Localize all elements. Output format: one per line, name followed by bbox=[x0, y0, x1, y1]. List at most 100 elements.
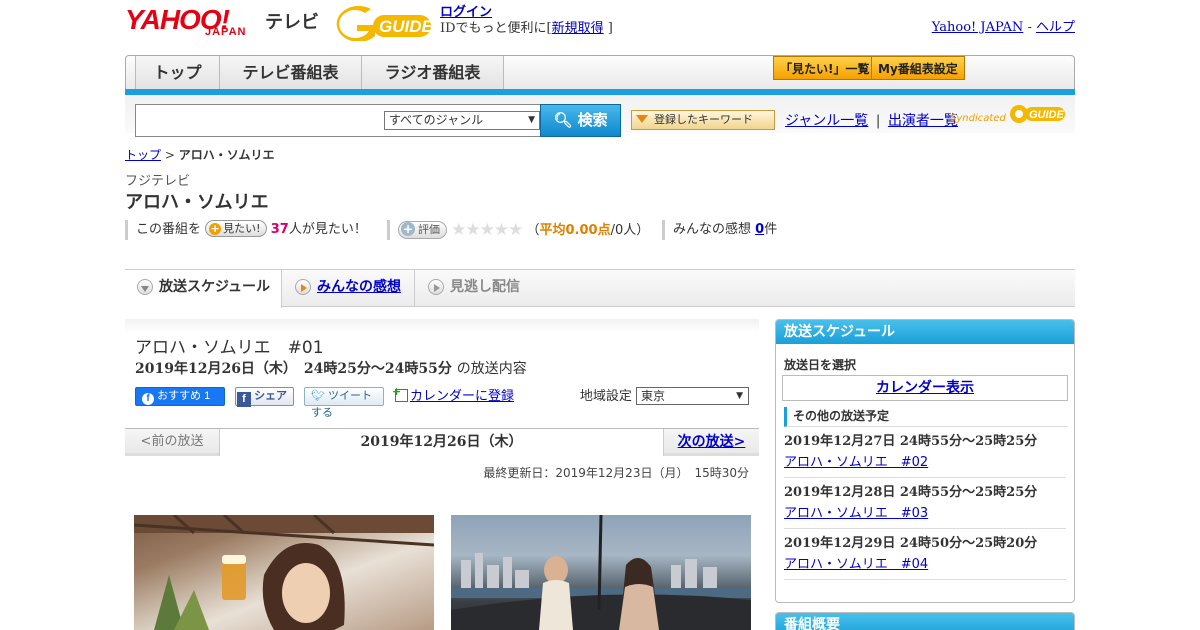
social-row: f おすすめ 1 f シェア 🐦︎ ツイートする カレンダーに登録 地域設定 東… bbox=[135, 382, 759, 419]
select-date-label: 放送日を選択 bbox=[784, 358, 857, 372]
my-schedule-button[interactable]: My番組表設定 bbox=[871, 56, 965, 80]
chevron-down-icon: ▼ bbox=[736, 391, 743, 401]
tab-label: 見逃し配信 bbox=[450, 279, 520, 295]
plus-icon: + bbox=[209, 222, 222, 235]
tab-label[interactable]: みんなの感想 bbox=[317, 279, 401, 295]
cast-list-link[interactable]: 出演者一覧 bbox=[888, 113, 958, 129]
rating-open: （ bbox=[526, 223, 540, 238]
play-icon bbox=[428, 279, 444, 295]
region-select[interactable]: 東京 ▼ bbox=[636, 387, 749, 405]
search-row: すべてのジャンル ▼ 🔍︎ 検索 登録したキーワード ジャンル一覧 | 出演者一… bbox=[125, 95, 1075, 137]
top-right-links: Yahoo! JAPAN - ヘルプ bbox=[932, 16, 1075, 35]
facebook-share-label: シェア bbox=[254, 390, 288, 402]
episode-photo-2 bbox=[451, 515, 751, 630]
next-broadcast[interactable]: 次の放送> bbox=[663, 429, 759, 456]
syndicated-g-guide-badge: Syndicated GUIDE bbox=[950, 103, 1065, 125]
keyword-button-label: 登録したキーワード bbox=[654, 113, 753, 126]
registered-keyword-button[interactable]: 登録したキーワード bbox=[631, 110, 775, 130]
tweet-button[interactable]: 🐦︎ ツイートする bbox=[304, 387, 384, 419]
facebook-recommend-button[interactable]: f おすすめ 1 bbox=[135, 387, 225, 406]
play-icon bbox=[295, 279, 311, 295]
broadcast-datetime: 2019年12月27日 24時55分～25時25分 bbox=[784, 434, 1038, 449]
list-item: 2019年12月27日 24時55分～25時25分 アロハ・ソムリエ #02 bbox=[784, 427, 1066, 478]
search-icon: 🔍︎ bbox=[553, 111, 573, 129]
sidebar-program-overview: 番組概要 bbox=[775, 612, 1075, 630]
current-broadcast-date: 2019年12月26日（木） bbox=[220, 429, 663, 456]
breadcrumb-home[interactable]: トップ bbox=[125, 148, 161, 162]
triangle-down-icon bbox=[137, 279, 153, 295]
want-button[interactable]: + 見たい! bbox=[205, 220, 267, 237]
link-separator: - bbox=[1023, 20, 1036, 35]
broadcast-title-link[interactable]: アロハ・ソムリエ #04 bbox=[784, 557, 928, 572]
breadcrumb-current: アロハ・ソムリエ bbox=[178, 148, 275, 162]
syndicated-text: Syndicated bbox=[950, 113, 1006, 124]
rating-segment: + 評価 ★★★★★ （平均0.00点/0人） bbox=[387, 220, 649, 240]
rating-button-label: 評価 bbox=[418, 223, 440, 236]
search-input-box[interactable]: すべてのジャンル ▼ bbox=[135, 104, 541, 137]
nav-tab-radio-schedule[interactable]: ラジオ番組表 bbox=[362, 56, 504, 90]
triangle-down-icon bbox=[636, 115, 648, 123]
list-item: 2019年12月29日 24時50分～25時20分 アロハ・ソムリエ #04 bbox=[784, 529, 1066, 580]
broadcast-title-link[interactable]: アロハ・ソムリエ #03 bbox=[784, 506, 928, 521]
broadcast-title-link[interactable]: アロハ・ソムリエ #02 bbox=[784, 455, 928, 470]
want-suffix: 人が見たい！ bbox=[288, 222, 367, 237]
other-broadcasts-heading: その他の放送予定 bbox=[784, 407, 1068, 427]
overview-heading: 番組概要 bbox=[776, 613, 1074, 630]
broadcast-datetime: 2019年12月29日 24時50分～25時20分 bbox=[784, 536, 1038, 551]
g-guide-small-logo: GUIDE bbox=[1010, 105, 1065, 123]
sidebar-broadcast-schedule: 放送スケジュール 放送日を選択 カレンダー表示 その他の放送予定 2019年12… bbox=[775, 319, 1075, 603]
episode-title: アロハ・ソムリエ #01 bbox=[135, 338, 324, 358]
login-note-prefix: IDでもっと便利に[ bbox=[440, 21, 552, 36]
mitai-list-button[interactable]: 「見たい!」一覧 bbox=[773, 56, 877, 80]
yahoo-japan-link[interactable]: Yahoo! JAPAN bbox=[932, 20, 1024, 35]
next-broadcast-link[interactable]: 次の放送> bbox=[678, 434, 746, 450]
program-meta-row: この番組を + 見たい! 37人が見たい！ + 評価 ★★★★★ （平均0.00点/… bbox=[125, 220, 1075, 242]
impressions-segment: みんなの感想 0件 bbox=[662, 220, 777, 240]
facebook-share-button[interactable]: f シェア bbox=[235, 387, 294, 407]
region-setting: 地域設定 東京 ▼ bbox=[580, 387, 749, 406]
header: YAHOO! JAPAN テレビ GUIDE ログイン IDでもっと便利に[新規… bbox=[125, 0, 1075, 50]
login-link[interactable]: ログイン bbox=[440, 5, 492, 20]
last-updated: 最終更新日：2019年12月23日（月） 15時30分 bbox=[483, 466, 749, 480]
search-button[interactable]: 🔍︎ 検索 bbox=[540, 104, 621, 137]
links-divider: | bbox=[875, 113, 881, 129]
episode-photo-1-art bbox=[134, 515, 434, 630]
search-button-label: 検索 bbox=[577, 111, 608, 129]
breadcrumb: トップ > アロハ・ソムリエ bbox=[125, 146, 274, 163]
facebook-icon: f bbox=[237, 392, 251, 407]
tab-broadcast-schedule[interactable]: 放送スケジュール bbox=[125, 270, 282, 308]
station-name: フジテレビ bbox=[125, 174, 191, 189]
japan-logo-text: JAPAN bbox=[205, 26, 247, 38]
rating-people: /0人） bbox=[610, 223, 650, 238]
impressions-unit: 件 bbox=[764, 222, 778, 237]
episode-date: 2019年12月26日（木） 24時25分～24時55分 の放送内容 bbox=[135, 358, 527, 378]
episode-date-value: 2019年12月26日（木） 24時25分～24時55分 bbox=[135, 361, 452, 377]
g-guide-logo[interactable]: GUIDE bbox=[335, 5, 432, 41]
nav-tab-top[interactable]: トップ bbox=[135, 56, 220, 90]
impressions-label: みんなの感想 bbox=[673, 222, 752, 237]
want-segment: この番組を + 見たい! 37人が見たい！ bbox=[125, 220, 367, 240]
genre-list-link[interactable]: ジャンル一覧 bbox=[785, 113, 868, 129]
broadcast-datetime: 2019年12月28日 24時55分～25時25分 bbox=[784, 485, 1038, 500]
facebook-recommend-label: おすすめ 1 bbox=[157, 390, 211, 402]
page-title: アロハ・ソムリエ bbox=[125, 192, 269, 213]
register-link[interactable]: 新規取得 bbox=[552, 21, 604, 36]
want-prefix: この番組を bbox=[136, 222, 202, 237]
rating-button[interactable]: + 評価 bbox=[398, 221, 447, 239]
twitter-bird-icon: 🐦︎ bbox=[311, 390, 325, 402]
help-link[interactable]: ヘルプ bbox=[1036, 20, 1075, 35]
calendar-register[interactable]: カレンダーに登録 bbox=[392, 382, 514, 406]
login-note-suffix: ] bbox=[607, 21, 613, 36]
calendar-register-link[interactable]: カレンダーに登録 bbox=[410, 389, 514, 404]
impressions-count-link[interactable]: 0 bbox=[755, 222, 764, 237]
svg-text:GUIDE: GUIDE bbox=[379, 17, 432, 36]
sidebar-heading: 放送スケジュール bbox=[776, 320, 1074, 344]
calendar-display-button[interactable]: カレンダー表示 bbox=[782, 375, 1068, 401]
rating-average: 平均0.00点 bbox=[539, 223, 611, 238]
genre-select[interactable]: すべてのジャンル ▼ bbox=[384, 111, 540, 130]
episode-date-suffix: の放送内容 bbox=[456, 361, 527, 377]
nav-tab-tv-schedule[interactable]: テレビ番組表 bbox=[220, 56, 362, 90]
tab-impressions[interactable]: みんなの感想 bbox=[283, 270, 415, 307]
svg-text:GUIDE: GUIDE bbox=[1029, 109, 1065, 121]
calendar-display-link[interactable]: カレンダー表示 bbox=[876, 380, 974, 396]
